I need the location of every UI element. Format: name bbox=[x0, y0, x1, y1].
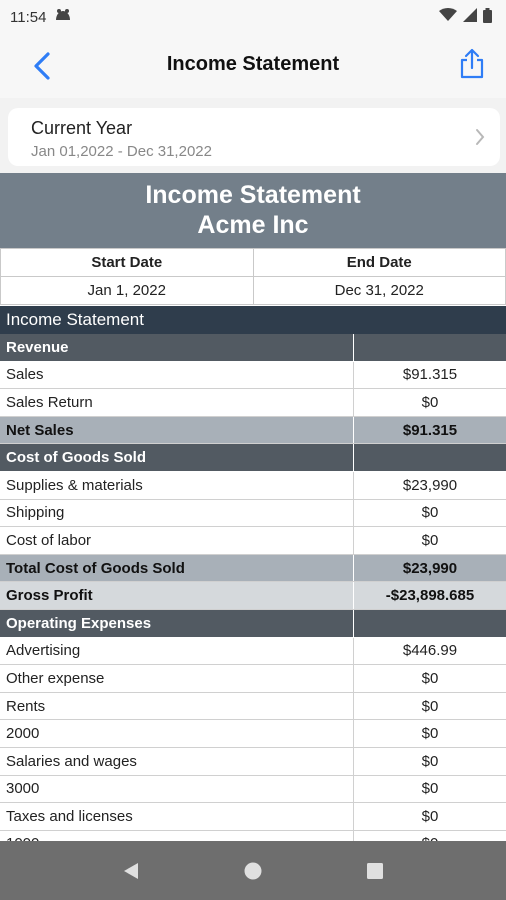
row-label: Total Cost of Goods Sold bbox=[0, 554, 354, 582]
row-value: -$23,898.685 bbox=[385, 587, 475, 605]
row-value: $0 bbox=[421, 697, 439, 715]
row-label: Cost of Goods Sold bbox=[0, 444, 354, 471]
share-icon bbox=[460, 48, 484, 79]
table-row: Shipping $0 bbox=[0, 499, 506, 528]
row-label: Net Sales bbox=[0, 416, 354, 444]
nav-home-icon bbox=[244, 862, 262, 879]
status-time: 11:54 bbox=[10, 8, 47, 26]
row-value: $0 bbox=[421, 807, 439, 825]
nav-recents-icon bbox=[367, 862, 383, 879]
row-label: Operating Expenses bbox=[0, 609, 354, 637]
income-statement-report[interactable]: Income Statement Acme Inc Start Date End… bbox=[0, 173, 506, 841]
signal-icon bbox=[463, 8, 477, 26]
row-value: $23,990 bbox=[402, 476, 458, 494]
row-value: $0 bbox=[421, 669, 439, 687]
total-row: Net Sales $91.315 bbox=[0, 416, 506, 445]
share-button[interactable] bbox=[456, 46, 488, 82]
table-row: Other expense $0 bbox=[0, 665, 506, 693]
row-value: $0 bbox=[421, 725, 439, 743]
row-label: Taxes and licenses bbox=[0, 803, 354, 830]
row-value bbox=[354, 610, 506, 637]
report-company-name: Acme Inc bbox=[197, 211, 309, 239]
category-header-row: Revenue bbox=[0, 334, 506, 362]
nav-recents-button[interactable] bbox=[355, 851, 395, 891]
row-label: Advertising bbox=[0, 637, 354, 665]
status-bar: 11:54 bbox=[0, 0, 506, 34]
row-value: $0 bbox=[421, 504, 439, 522]
row-value bbox=[354, 334, 506, 361]
period-range: Jan 01,2022 - Dec 31,2022 bbox=[31, 143, 212, 160]
row-value: $446.99 bbox=[402, 642, 458, 660]
period-selector[interactable]: Current Year Jan 01,2022 - Dec 31,2022 bbox=[8, 108, 500, 166]
row-label: Other expense bbox=[0, 665, 354, 692]
end-date-value: Dec 31, 2022 bbox=[252, 276, 506, 305]
table-row: Advertising $446.99 bbox=[0, 637, 506, 666]
statement-rows: Revenue Sales $91.315 Sales Return $0 Net Sal… bbox=[0, 334, 506, 841]
table-row: 2000 $0 bbox=[0, 720, 506, 748]
row-label: Sales bbox=[0, 361, 354, 389]
row-label: Rents bbox=[0, 692, 354, 720]
row-label: Shipping bbox=[0, 499, 354, 527]
table-row: Sales $91.315 bbox=[0, 361, 506, 390]
row-value: $91.315 bbox=[402, 421, 458, 439]
page-title: Income Statement bbox=[166, 53, 340, 75]
row-value: $0 bbox=[421, 752, 439, 770]
row-value: $0 bbox=[421, 780, 439, 798]
table-row: 1000$0 bbox=[0, 830, 506, 841]
row-value: $0 bbox=[354, 831, 506, 841]
section-title: Income Statement bbox=[0, 306, 506, 334]
row-label: Supplies & materials bbox=[0, 471, 354, 499]
row-value: $0 bbox=[421, 531, 439, 549]
row-label: Gross Profit bbox=[0, 582, 354, 609]
row-value: $0 bbox=[421, 393, 439, 411]
category-header-row: Operating Expenses bbox=[0, 609, 506, 638]
table-row: Taxes and licenses $0 bbox=[0, 803, 506, 831]
report-title-line1: Income Statement bbox=[145, 181, 361, 209]
table-row: 3000 $0 bbox=[0, 775, 506, 804]
nav-back-icon bbox=[124, 862, 138, 879]
total-row: Total Cost of Goods Sold $23,990 bbox=[0, 554, 506, 583]
row-value: $91.315 bbox=[402, 366, 458, 384]
row-value: $23,990 bbox=[402, 559, 458, 577]
row-label: Salaries and wages bbox=[0, 747, 354, 775]
table-row: Cost of labor $0 bbox=[0, 527, 506, 555]
start-date-header: Start Date bbox=[0, 248, 254, 277]
system-nav-bar bbox=[0, 841, 506, 900]
row-label: Sales Return bbox=[0, 389, 354, 416]
wifi-icon bbox=[439, 8, 457, 26]
category-header-row: Cost of Goods Sold bbox=[0, 444, 506, 472]
start-date-value: Jan 1, 2022 bbox=[0, 276, 254, 305]
app-header: Income Statement bbox=[0, 34, 506, 98]
table-row: Salaries and wages $0 bbox=[0, 747, 506, 776]
table-row: Sales Return $0 bbox=[0, 389, 506, 417]
chevron-right-icon bbox=[476, 129, 485, 145]
row-label: Revenue bbox=[0, 334, 354, 361]
date-table: Start Date End Date Jan 1, 2022 Dec 31, … bbox=[0, 248, 506, 305]
battery-icon bbox=[483, 7, 492, 27]
period-label: Current Year bbox=[31, 118, 133, 138]
row-label: 1000 bbox=[0, 830, 354, 841]
table-row: Rents $0 bbox=[0, 692, 506, 721]
nav-back-button[interactable] bbox=[111, 851, 151, 891]
end-date-header: End Date bbox=[252, 248, 506, 277]
row-label: 2000 bbox=[0, 720, 354, 747]
row-label: Cost of labor bbox=[0, 527, 354, 554]
notification-icon bbox=[54, 8, 72, 26]
nav-home-button[interactable] bbox=[233, 851, 273, 891]
row-label: 3000 bbox=[0, 775, 354, 803]
total-row: Gross Profit -$23,898.685 bbox=[0, 582, 506, 610]
table-row: Supplies & materials $23,990 bbox=[0, 471, 506, 500]
row-value bbox=[354, 444, 506, 471]
report-title: Income Statement Acme Inc bbox=[0, 173, 506, 248]
